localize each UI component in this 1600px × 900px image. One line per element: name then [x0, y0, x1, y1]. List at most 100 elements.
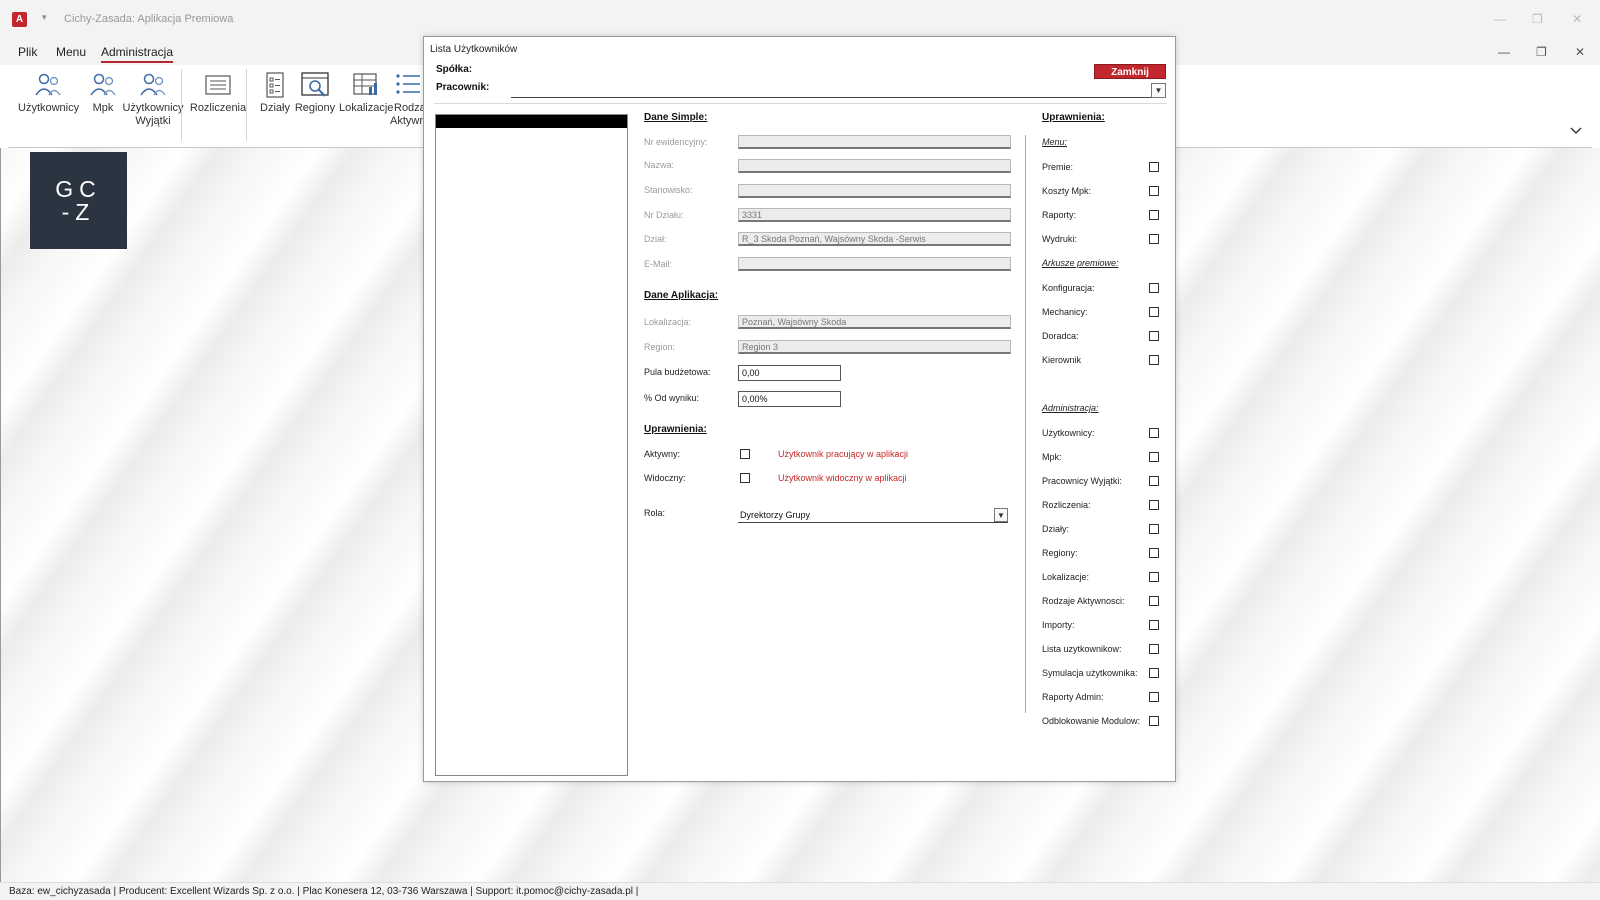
lokalizacja-field[interactable]: Poznań, Wajsówny Skoda: [738, 315, 1011, 329]
widoczny-label: Widoczny:: [644, 473, 686, 483]
doradca-checkbox[interactable]: [1149, 331, 1159, 341]
list-form-icon: [205, 75, 231, 95]
admin-rodzaje-aktywnosci-checkbox[interactable]: [1149, 596, 1159, 606]
logo-text: GC: [55, 176, 102, 202]
dzial-field[interactable]: R_3 Skoda Poznań, Wajsówny Skoda -Serwis: [738, 232, 1011, 246]
minimize-button[interactable]: —: [1494, 12, 1506, 26]
ribbon-separator: [181, 69, 182, 141]
ribbon-button-label: Rozliczenia: [189, 102, 247, 114]
close-window-button[interactable]: ✕: [1572, 12, 1582, 26]
admin-symulacja-label: Symulacja użytkownika:: [1042, 668, 1138, 678]
ribbon-rozliczenia-button[interactable]: Rozliczenia: [188, 71, 248, 115]
nazwa-field[interactable]: [738, 159, 1011, 173]
nr-ewidencyjny-field[interactable]: [738, 135, 1011, 149]
mdi-close-button[interactable]: ✕: [1575, 45, 1585, 59]
maximize-button[interactable]: ❐: [1532, 12, 1543, 26]
zamknij-button[interactable]: Zamknij: [1094, 64, 1166, 79]
aktywny-checkbox[interactable]: [740, 449, 750, 459]
ribbon-button-label: Działy: [260, 102, 290, 114]
admin-lista-uzytkownikow-checkbox[interactable]: [1149, 644, 1159, 654]
ribbon-mpk-button[interactable]: Mpk: [85, 71, 121, 115]
raporty-checkbox[interactable]: [1149, 210, 1159, 220]
ribbon-regiony-button[interactable]: Regiony: [293, 71, 337, 115]
ribbon-button-label: Użytkownicy: [18, 102, 80, 114]
raporty-label: Raporty:: [1042, 210, 1077, 220]
nr-dzialu-field[interactable]: 3331: [738, 208, 1011, 222]
company-logo: GC -Z: [30, 152, 127, 249]
ribbon-button-label: Regiony: [294, 102, 336, 114]
chevron-down-icon[interactable]: [1570, 127, 1582, 135]
wydruki-checkbox[interactable]: [1149, 234, 1159, 244]
admin-symulacja-checkbox[interactable]: [1149, 668, 1159, 678]
spolka-label: Spółka:: [436, 64, 473, 75]
premie-checkbox[interactable]: [1149, 162, 1159, 172]
ribbon-separator: [246, 69, 247, 141]
admin-lokalizacje-label: Lokalizacje:: [1042, 572, 1090, 582]
administracja-subheader: Administracja:: [1042, 403, 1099, 413]
region-field[interactable]: Region 3: [738, 340, 1011, 354]
tab-administracja[interactable]: Administracja: [101, 45, 174, 63]
ribbon-uzytkownicy-button[interactable]: Użytkownicy: [18, 71, 80, 115]
kierownik-checkbox[interactable]: [1149, 355, 1159, 365]
widoczny-checkbox[interactable]: [740, 473, 750, 483]
selected-list-item[interactable]: [436, 115, 627, 128]
admin-rozliczenia-label: Rozliczenia:: [1042, 500, 1091, 510]
admin-importy-label: Importy:: [1042, 620, 1075, 630]
widoczny-note: Użytkownik widoczny w aplikacji: [778, 473, 907, 483]
title-bar: A ▾ Cichy-Zasada: Aplikacja Premiowa — ❐…: [0, 0, 1600, 40]
admin-rodzaje-aktywnosci-label: Rodzaje Aktywnosci:: [1042, 596, 1125, 606]
aktywny-note: Użytkownik pracujący w aplikacji: [778, 449, 909, 459]
dane-simple-header: Dane Simple:: [644, 112, 708, 123]
search-form-icon: [301, 72, 329, 97]
nr-ewidencyjny-label: Nr ewidencyjny:: [644, 137, 708, 147]
tab-plik[interactable]: Plik: [18, 45, 37, 59]
admin-odblokowanie-checkbox[interactable]: [1149, 716, 1159, 726]
stanowisko-field[interactable]: [738, 184, 1011, 198]
admin-raporty-checkbox[interactable]: [1149, 692, 1159, 702]
vertical-divider: [1025, 135, 1026, 713]
email-field[interactable]: [738, 257, 1011, 271]
mdi-restore-button[interactable]: ❐: [1536, 45, 1547, 59]
ribbon-button-label: Użytkownicy: [122, 102, 184, 114]
konfiguracja-label: Konfiguracja:: [1042, 283, 1095, 293]
chevron-down-icon[interactable]: ▼: [1151, 83, 1166, 98]
ribbon-button-label: Aktywno: [390, 115, 424, 127]
ribbon-button-label: Lokalizacje: [339, 102, 394, 114]
ribbon-button-label: Rodza: [394, 102, 424, 114]
admin-lokalizacje-checkbox[interactable]: [1149, 572, 1159, 582]
admin-importy-checkbox[interactable]: [1149, 620, 1159, 630]
od-wyniku-label: % Od wyniku:: [644, 393, 700, 403]
ribbon-rodzaje-aktywnosci-button[interactable]: Rodza Aktywno: [390, 71, 424, 128]
users-listbox[interactable]: [435, 114, 628, 776]
mdi-minimize-button[interactable]: —: [1498, 45, 1510, 59]
koszty-mpk-checkbox[interactable]: [1149, 186, 1159, 196]
window-title: Cichy-Zasada: Aplikacja Premiowa: [64, 13, 234, 25]
access-app-icon[interactable]: A: [12, 12, 27, 27]
admin-pracownicy-wyjatki-label: Pracownicy Wyjątki:: [1042, 476, 1122, 486]
admin-dzialy-label: Działy:: [1042, 524, 1070, 534]
admin-mpk-checkbox[interactable]: [1149, 452, 1159, 462]
admin-rozliczenia-checkbox[interactable]: [1149, 500, 1159, 510]
lokalizacja-label: Lokalizacja:: [644, 317, 692, 327]
stanowisko-label: Stanowisko:: [644, 185, 693, 195]
ribbon-lokalizacje-button[interactable]: Lokalizacje: [339, 71, 393, 115]
konfiguracja-checkbox[interactable]: [1149, 283, 1159, 293]
ribbon-dzialy-button[interactable]: Działy: [257, 71, 293, 115]
pracownik-combobox[interactable]: ▼: [511, 83, 1166, 98]
nr-dzialu-label: Nr Działu:: [644, 210, 684, 220]
rola-combobox[interactable]: Dyrektorzy Grupy ▼: [738, 507, 1008, 523]
tab-menu[interactable]: Menu: [56, 45, 86, 59]
dialog-title: Lista Użytkowników: [430, 44, 518, 55]
od-wyniku-input[interactable]: 0,00%: [738, 391, 841, 407]
admin-pracownicy-wyjatki-checkbox[interactable]: [1149, 476, 1159, 486]
chevron-down-icon[interactable]: ▼: [994, 508, 1008, 522]
pula-budzetowa-label: Pula budżetowa:: [644, 367, 711, 377]
admin-regiony-checkbox[interactable]: [1149, 548, 1159, 558]
admin-dzialy-checkbox[interactable]: [1149, 524, 1159, 534]
admin-uzytkownicy-checkbox[interactable]: [1149, 428, 1159, 438]
pula-budzetowa-input[interactable]: 0,00: [738, 365, 841, 381]
quick-access-dropdown-icon[interactable]: ▾: [42, 12, 47, 23]
ribbon-uzytkownicy-wyjatki-button[interactable]: Użytkownicy Wyjątki: [122, 71, 184, 128]
mechanicy-checkbox[interactable]: [1149, 307, 1159, 317]
admin-odblokowanie-label: Odblokowanie Modulow:: [1042, 716, 1141, 726]
